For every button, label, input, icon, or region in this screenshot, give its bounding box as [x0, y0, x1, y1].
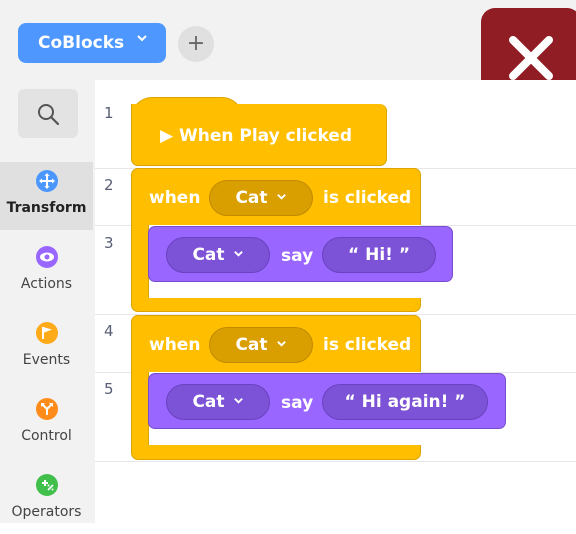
- search-button[interactable]: [18, 89, 78, 138]
- search-icon: [38, 104, 60, 126]
- category-label: Actions: [20, 276, 73, 292]
- sprite-name: Cat: [192, 245, 225, 265]
- project-name: CoBlocks: [38, 33, 125, 53]
- flag-icon: [36, 322, 58, 344]
- chevron-down-icon: [233, 395, 244, 409]
- when-label: when: [149, 335, 201, 355]
- when-label: when: [149, 188, 201, 208]
- line-number: 4: [104, 322, 114, 340]
- sprite-dropdown[interactable]: Cat: [209, 180, 313, 216]
- message-input[interactable]: “ Hi again! ”: [322, 384, 488, 420]
- line-number: 2: [104, 176, 114, 194]
- category-label: Control: [21, 428, 72, 444]
- chevron-down-icon: [233, 248, 244, 262]
- when-play-clicked-label: ▶ When Play clicked: [160, 126, 352, 146]
- sprite-name: Cat: [235, 188, 268, 208]
- line-divider: [95, 461, 576, 462]
- plus-icon: +: [186, 31, 206, 56]
- category-operators[interactable]: Operators: [0, 466, 93, 534]
- category-events[interactable]: Events: [0, 314, 93, 382]
- move-arrows-icon: [36, 170, 58, 192]
- plus-minus-icon: [36, 474, 58, 496]
- branch-arrows-icon: [36, 398, 58, 420]
- line-number: 5: [104, 380, 114, 398]
- chevron-down-icon: [136, 32, 148, 48]
- say-label: say: [281, 246, 314, 266]
- sprite-name: Cat: [192, 392, 225, 412]
- category-transform[interactable]: Transform: [0, 162, 93, 230]
- say-label: say: [281, 393, 314, 413]
- is-clicked-label: is clicked: [323, 335, 412, 355]
- chevron-down-icon: [276, 338, 287, 352]
- eye-icon: [36, 246, 58, 268]
- category-label: Events: [22, 352, 71, 368]
- category-sidebar: Transform Actions Events Control Operato…: [0, 80, 95, 523]
- when-play-clicked-block[interactable]: ▶ When Play clicked: [131, 104, 387, 166]
- say-block[interactable]: Cat say “ Hi! ”: [148, 226, 453, 282]
- say-block[interactable]: Cat say “ Hi again! ”: [148, 373, 506, 429]
- category-actions[interactable]: Actions: [0, 238, 93, 306]
- message-text: “ Hi! ”: [348, 245, 410, 265]
- sprite-dropdown[interactable]: Cat: [166, 384, 270, 420]
- line-number: 3: [104, 234, 114, 252]
- sprite-dropdown[interactable]: Cat: [209, 327, 313, 363]
- message-input[interactable]: “ Hi! ”: [322, 237, 436, 273]
- message-text: “ Hi again! ”: [344, 392, 466, 412]
- category-label: Transform: [6, 200, 87, 216]
- sprite-name: Cat: [235, 335, 268, 355]
- is-clicked-label: is clicked: [323, 188, 412, 208]
- close-icon: [509, 36, 553, 80]
- add-project-button[interactable]: +: [178, 26, 214, 62]
- category-label: Operators: [11, 504, 82, 520]
- project-menu-button[interactable]: CoBlocks: [18, 23, 166, 63]
- category-control[interactable]: Control: [0, 390, 93, 458]
- chevron-down-icon: [276, 191, 287, 205]
- line-number: 1: [104, 104, 114, 122]
- sprite-dropdown[interactable]: Cat: [166, 237, 270, 273]
